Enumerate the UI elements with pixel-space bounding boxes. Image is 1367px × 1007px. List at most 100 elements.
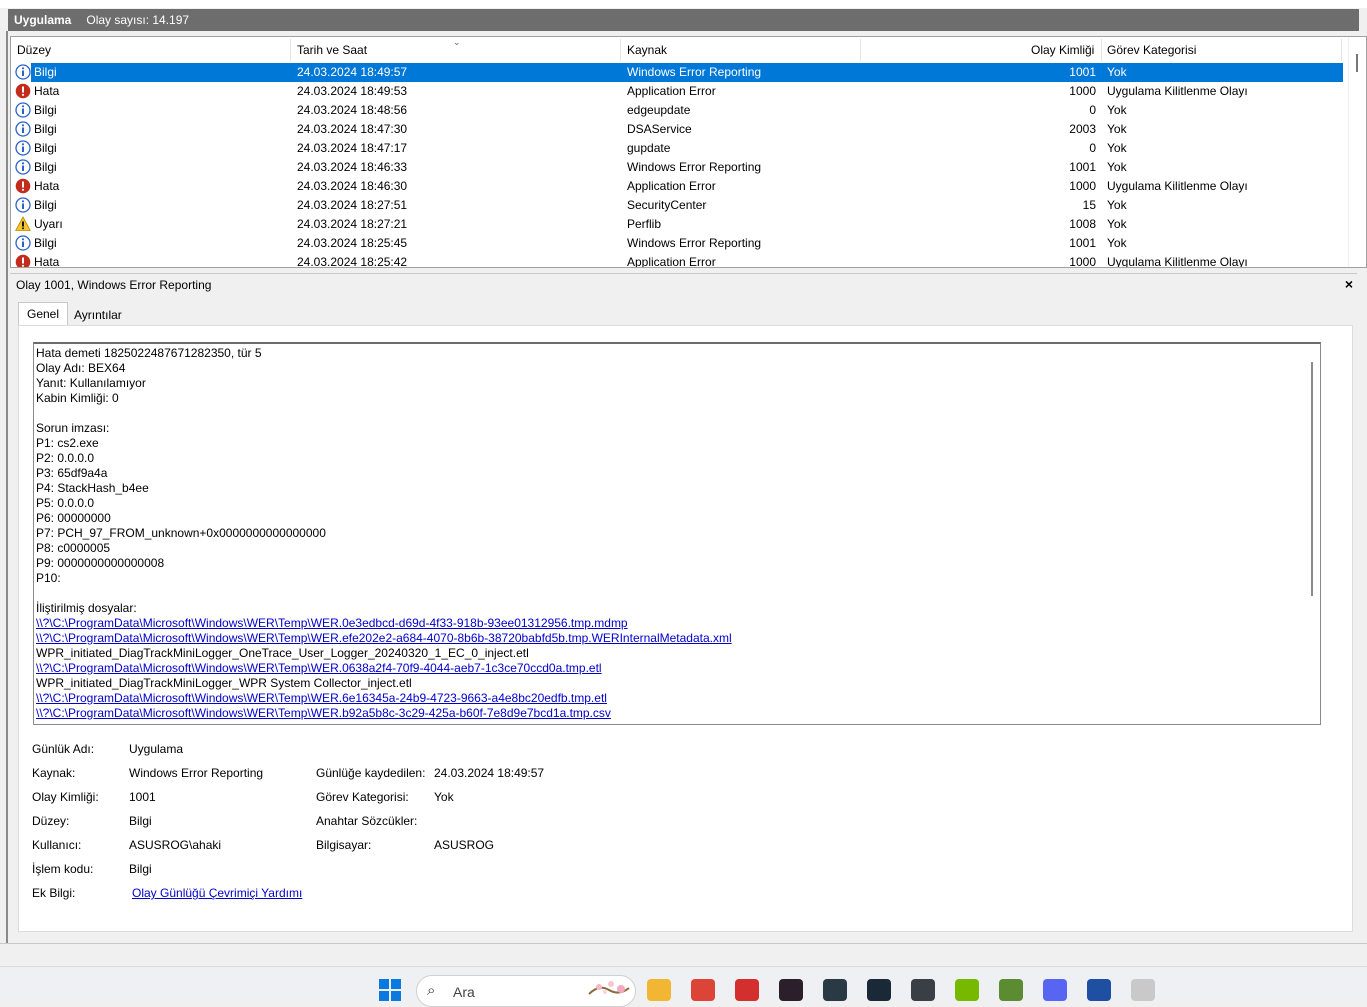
row-event-id: 0 (1089, 103, 1096, 117)
column-header-level[interactable]: Düzey (17, 43, 51, 57)
table-row[interactable]: Hata 24.03.2024 18:49:53 Application Error… (11, 82, 1343, 101)
row-date: 24.03.2024 18:47:17 (297, 141, 408, 155)
row-level: Bilgi (34, 65, 57, 79)
close-icon[interactable]: × (1345, 276, 1353, 292)
row-task-category: Yok (1107, 160, 1127, 174)
event-description-box[interactable]: Hata demeti 1825022487671282350, tür 5 Ol… (33, 342, 1321, 725)
row-source: Perflib (627, 217, 662, 231)
row-task-category: Yok (1107, 141, 1127, 155)
user-label: Kullanıcı: (32, 838, 82, 852)
event-count: Olay sayısı: 14.197 (86, 13, 190, 27)
row-task-category: Uygulama Kilitlenme Olayı (1107, 255, 1248, 268)
event-list[interactable]: Düzey ⌄ Tarih ve Saat Kaynak Olay Kimliğ… (10, 36, 1367, 268)
table-row[interactable]: Hata 24.03.2024 18:46:30 Application Error… (11, 177, 1343, 196)
file-explorer-icon[interactable] (647, 979, 671, 1001)
table-row[interactable]: Bilgi 24.03.2024 18:46:33 Windows Error Re… (11, 158, 1343, 177)
row-task-category: Yok (1107, 122, 1127, 136)
row-event-id: 1000 (1069, 179, 1096, 193)
level-value: Bilgi (129, 814, 152, 828)
app-blue-icon[interactable] (1087, 979, 1111, 1001)
source-value: Windows Error Reporting (129, 766, 264, 780)
row-date: 24.03.2024 18:49:53 (297, 84, 408, 98)
row-date: 24.03.2024 18:25:42 (297, 255, 408, 268)
row-level: Hata (34, 84, 60, 98)
opcode-label: İşlem kodu: (32, 862, 94, 876)
computer-value: ASUSROG (434, 838, 495, 852)
row-event-id: 1000 (1069, 255, 1096, 268)
row-source: Application Error (627, 84, 716, 98)
description-scrollbar[interactable] (1306, 344, 1320, 724)
table-row[interactable]: Bilgi 24.03.2024 18:49:57 Windows Error Re… (11, 63, 1343, 82)
event-id-value: 1001 (129, 790, 156, 804)
info-icon (15, 102, 31, 118)
table-row[interactable]: Bilgi 24.03.2024 18:47:17 gupdate 0 Yok (11, 139, 1343, 158)
row-level: Bilgi (34, 236, 57, 250)
row-level: Uyarı (34, 217, 63, 231)
event-id-label: Olay Kimliği: (32, 790, 99, 804)
table-row[interactable]: Bilgi 24.03.2024 18:27:51 SecurityCenter 15… (11, 196, 1343, 215)
more-info-link[interactable]: Olay Günlüğü Çevrimiçi Yardımı (132, 886, 302, 900)
tab-general[interactable]: Genel (18, 302, 69, 325)
windows-start-icon[interactable] (379, 979, 401, 1001)
attachment-link[interactable]: \\?\C:\ProgramData\Microsoft\Windows\WER… (36, 631, 1296, 646)
table-row[interactable]: Bilgi 24.03.2024 18:25:45 Windows Error Re… (11, 234, 1343, 253)
row-source: Windows Error Reporting (627, 65, 762, 79)
attachment-link[interactable]: \\?\C:\ProgramData\Microsoft\Windows\WER… (36, 661, 1296, 676)
list-scrollbar[interactable] (1348, 37, 1366, 267)
row-event-id: 15 (1082, 198, 1096, 212)
attachment-link[interactable]: \\?\C:\ProgramData\Microsoft\Windows\WER… (36, 691, 1296, 706)
table-row[interactable]: Uyarı 24.03.2024 18:27:21 Perflib 1008 Yok (11, 215, 1343, 234)
status-bar (0, 944, 1367, 966)
description-line: P6: 00000000 (36, 511, 111, 525)
app-dark-icon[interactable] (911, 979, 935, 1001)
description-line: Kabin Kimliği: 0 (36, 391, 119, 405)
column-header-event-id[interactable]: Olay Kimliği (1031, 43, 1094, 57)
app-red-icon[interactable] (735, 979, 759, 1001)
row-date: 24.03.2024 18:25:45 (297, 236, 408, 250)
column-header-source[interactable]: Kaynak (627, 43, 667, 57)
row-task-category: Yok (1107, 236, 1127, 250)
row-source: Windows Error Reporting (627, 236, 762, 250)
row-level: Hata (34, 255, 60, 268)
row-event-id: 1000 (1069, 84, 1096, 98)
row-level: Bilgi (34, 122, 57, 136)
chrome-icon[interactable] (691, 979, 715, 1001)
search-highlight-icon (588, 981, 630, 995)
column-header-date[interactable]: Tarih ve Saat (297, 43, 367, 57)
row-date: 24.03.2024 18:46:33 (297, 160, 408, 174)
table-row[interactable]: Hata 24.03.2024 18:25:42 Application Error… (11, 253, 1343, 268)
table-row[interactable]: Bilgi 24.03.2024 18:47:30 DSAService 2003 Yo… (11, 120, 1343, 139)
row-source: SecurityCenter (627, 198, 707, 212)
row-task-category: Uygulama Kilitlenme Olayı (1107, 84, 1248, 98)
steam-icon[interactable] (867, 979, 891, 1001)
tab-details[interactable]: Ayrıntılar (66, 304, 130, 326)
event-detail-header: Olay 1001, Windows Error Reporting × (10, 273, 1357, 296)
log-header-bar: Uygulama Olay sayısı: 14.197 (8, 9, 1359, 31)
description-line: WPR_initiated_DiagTrackMiniLogger_OneTra… (36, 646, 529, 660)
description-line: P2: 0.0.0.0 (36, 451, 95, 465)
row-event-id: 1001 (1069, 236, 1096, 250)
discord-icon[interactable] (1043, 979, 1067, 1001)
taskbar-search[interactable]: ⌕ Ara (416, 975, 636, 1007)
keywords-label: Anahtar Sözcükler: (316, 814, 418, 828)
user-value: ASUSROG\ahaki (129, 838, 222, 852)
attachment-link[interactable]: \\?\C:\ProgramData\Microsoft\Windows\WER… (36, 706, 1296, 721)
row-level: Bilgi (34, 141, 57, 155)
minecraft-icon[interactable] (999, 979, 1023, 1001)
row-event-id: 1001 (1069, 65, 1096, 79)
column-header-task-category[interactable]: Görev Kategorisi (1107, 43, 1196, 57)
nvidia-icon[interactable] (955, 979, 979, 1001)
event-viewer-icon[interactable] (1131, 979, 1155, 1001)
description-line: İliştirilmiş dosyalar: (36, 601, 137, 615)
row-level: Bilgi (34, 198, 57, 212)
task-category-label: Görev Kategorisi: (316, 790, 409, 804)
row-date: 24.03.2024 18:46:30 (297, 179, 408, 193)
attachment-link[interactable]: \\?\C:\ProgramData\Microsoft\Windows\WER… (36, 616, 1296, 631)
valorant-icon[interactable] (779, 979, 803, 1001)
league-icon[interactable] (823, 979, 847, 1001)
logged-value: 24.03.2024 18:49:57 (434, 766, 545, 780)
event-description: Hata demeti 1825022487671282350, tür 5 Ol… (36, 346, 1296, 721)
table-row[interactable]: Bilgi 24.03.2024 18:48:56 edgeupdate 0 Yok (11, 101, 1343, 120)
row-date: 24.03.2024 18:47:30 (297, 122, 408, 136)
warning-icon (15, 216, 31, 231)
